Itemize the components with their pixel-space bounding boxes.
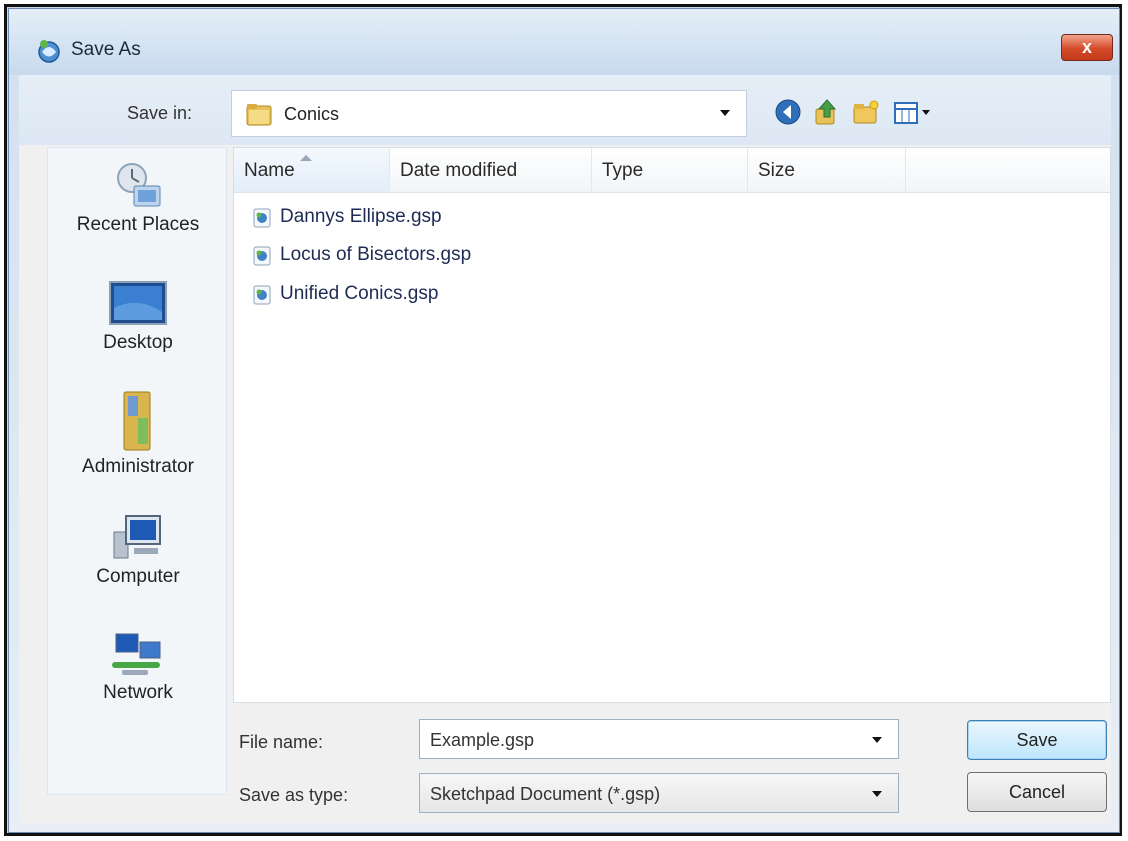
current-folder-name: Conics — [284, 104, 340, 124]
views-menu-icon[interactable] — [891, 97, 939, 127]
place-recent-places[interactable]: Recent Places — [48, 160, 228, 236]
cancel-button[interactable]: Cancel — [967, 772, 1107, 812]
network-icon — [112, 633, 161, 675]
dialog-body: Save in: Conics Recent Places Desktop Ad… — [19, 75, 1111, 823]
save-as-type-value: Sketchpad Document (*.gsp) — [430, 784, 661, 804]
save-as-dialog: Save As x Save in: Conics Recent Places … — [8, 8, 1120, 833]
save-in-label: Save in: — [127, 103, 193, 123]
place-desktop[interactable]: Desktop — [48, 278, 228, 354]
file-name: Locus of Bisectors.gsp — [280, 244, 472, 265]
column-header-name[interactable]: Name — [234, 148, 390, 192]
user-folder-icon — [123, 391, 151, 451]
place-label: Administrator — [82, 456, 194, 477]
column-header-size[interactable]: Size — [748, 148, 906, 192]
sketchpad-file-icon — [253, 285, 271, 305]
place-label: Network — [103, 682, 173, 703]
sort-ascending-icon — [300, 155, 312, 161]
chevron-down-icon[interactable] — [872, 737, 882, 743]
file-name-value: Example.gsp — [430, 730, 535, 750]
places-bar: Recent Places Desktop Administrator Comp… — [47, 147, 227, 795]
place-computer[interactable]: Computer — [48, 512, 228, 588]
up-folder-icon[interactable] — [811, 97, 841, 127]
back-icon[interactable] — [773, 97, 803, 127]
sketchpad-app-icon — [38, 40, 60, 63]
file-name: Dannys Ellipse.gsp — [280, 206, 442, 227]
place-administrator[interactable]: Administrator — [48, 388, 228, 478]
save-as-type-dropdown[interactable]: Sketchpad Document (*.gsp) — [419, 773, 899, 813]
column-header-date-modified[interactable]: Date modified — [390, 148, 592, 192]
place-label: Recent Places — [76, 214, 200, 235]
place-label: Desktop — [103, 332, 173, 353]
file-name: Unified Conics.gsp — [280, 283, 439, 304]
close-icon: x — [1081, 37, 1092, 57]
recent-places-icon — [117, 163, 161, 207]
save-button[interactable]: Save — [967, 720, 1107, 760]
new-folder-icon[interactable] — [851, 97, 881, 127]
place-label: Computer — [96, 566, 180, 587]
sketchpad-file-icon — [253, 208, 271, 228]
sketchpad-file-icon — [253, 246, 271, 266]
file-list[interactable]: Name Date modified Type Size Dannys Elli… — [233, 147, 1111, 703]
file-name-label: File name: — [239, 732, 324, 752]
save-in-dropdown[interactable]: Conics — [231, 90, 747, 137]
file-name-input[interactable]: Example.gsp — [419, 719, 899, 759]
window-title: Save As — [71, 39, 141, 60]
chevron-down-icon — [720, 110, 730, 116]
folder-icon — [246, 104, 272, 126]
column-header-type[interactable]: Type — [592, 148, 748, 192]
save-as-type-label: Save as type: — [239, 785, 349, 805]
close-button[interactable]: x — [1061, 34, 1113, 61]
desktop-icon — [109, 281, 167, 325]
chevron-down-icon — [872, 791, 882, 797]
place-network[interactable]: Network — [48, 628, 228, 704]
title-bar[interactable]: Save As x — [9, 9, 1119, 75]
computer-icon — [113, 515, 161, 559]
column-header-row: Name Date modified Type Size — [234, 148, 1110, 193]
